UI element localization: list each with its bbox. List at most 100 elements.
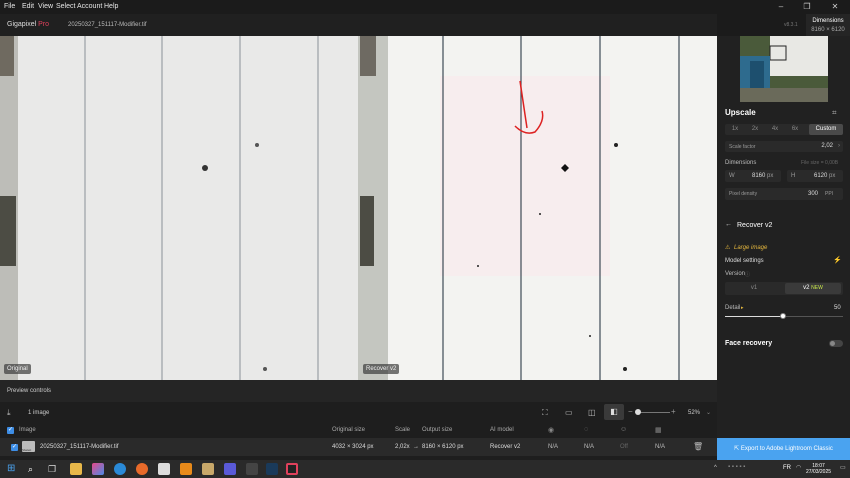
import-icon[interactable]: ⤓ [7,408,11,418]
menu-edit[interactable]: Edit [22,3,34,10]
scale-factor-field[interactable]: Scale factor 2,02 › [725,141,843,152]
language-indicator[interactable]: FR [783,465,791,471]
chevron-down-icon[interactable]: ⌄ [706,409,711,416]
batch-panel: ⤓ 1 image ⛶ ▭ ◫ ◧ − + 52% ⌄ ✓ Image Orig… [0,402,717,460]
side-by-side-icon[interactable]: ◫ [588,408,596,417]
select-all-checkbox[interactable]: ✓ [7,427,14,434]
denoise-icon: ◉ [548,427,555,434]
store-icon[interactable] [158,463,170,475]
export-label: Export to Adobe Lightroom Classic [740,446,833,452]
app-icon[interactable] [92,463,104,475]
preview-controls-label: Preview controls [7,388,52,394]
scale-factor-value: 2,02 [821,143,833,149]
fit-icon[interactable]: ⛶ [542,408,548,418]
folder-icon[interactable] [202,463,214,475]
menu-help[interactable]: Help [104,3,118,10]
maximize-icon[interactable]: ❐ [794,2,820,12]
export-icon: ⇱ [734,446,741,452]
version-selector: v1 v2 NEW [725,282,843,295]
lightning-icon[interactable]: ⚡ [833,256,842,264]
width-field[interactable]: W 8160 px [725,170,781,182]
scale-option-6x[interactable]: 6x [785,124,805,135]
navigator-thumbnail[interactable] [740,36,828,102]
zoom-slider-thumb[interactable] [635,409,641,415]
height-field[interactable]: H 6120 px [787,170,843,182]
app2-icon[interactable] [246,463,258,475]
row-compression: N/A [655,444,666,450]
scale-option-1x[interactable]: 1x [725,124,745,135]
firefox-icon[interactable] [136,463,148,475]
tray-chevron-icon[interactable]: ^ [714,465,717,471]
processed-label: Recover v2 [363,364,400,374]
pixel-density-unit: PPI [825,191,834,197]
edge-icon[interactable] [114,463,126,475]
menu-bar: File Edit View Select Account Help – ❐ ✕ [0,0,850,14]
width-unit: px [767,173,774,179]
teams-icon[interactable] [224,463,236,475]
pixel-density-value: 300 [808,191,819,197]
wifi-icon[interactable]: ◠ [796,464,801,471]
vlc-icon[interactable] [180,463,192,475]
version-v2[interactable]: v2 NEW [785,283,841,294]
minimize-icon[interactable]: – [768,2,794,12]
zoom-out-icon[interactable]: − [628,407,633,416]
height-unit: px [829,173,836,179]
face-recovery-label: Face recovery [725,340,773,347]
taskbar: ⊞ ⌕ ❐ ^ ▪ ▪ ▪ ▪ ▪ FR ◠ 18:07 27/03/2025 ▭ [0,460,850,478]
face-recovery-toggle[interactable] [829,340,843,347]
table-row[interactable]: ✓ Sbeleit 20250327_151117-Modifier.tif 4… [0,438,717,456]
close-icon[interactable]: ✕ [822,2,848,12]
clock[interactable]: 18:07 27/03/2025 [806,463,831,475]
zoom-slider-track[interactable] [636,412,670,413]
menu-select[interactable]: Select [56,3,75,10]
menu-file[interactable]: File [4,3,15,10]
face-icon: ☺ [620,426,628,433]
gigapixel-icon[interactable] [286,463,298,475]
menu-account[interactable]: Account [77,3,102,10]
export-button[interactable]: ⇱ Export to Adobe Lightroom Classic [717,438,850,460]
split-preview [0,36,717,380]
scale-options: 1x 2x 4x 6x Custom [725,124,843,135]
width-label: W [729,173,735,179]
upscale-title: Upscale [725,108,756,117]
crop-icon[interactable]: ⌗ [832,108,837,118]
trash-icon[interactable]: 🗑 [693,442,703,451]
row-ai-model: Recover v2 [490,444,521,450]
row-checkbox[interactable]: ✓ [11,444,18,451]
model-title: Recover v2 [737,222,773,229]
zoom-level: 52% [688,410,701,416]
zoom-in-icon[interactable]: + [671,407,676,416]
scale-factor-label: Scale factor [729,144,756,150]
back-arrow-icon[interactable]: ← [725,221,732,228]
task-view-icon[interactable]: ❐ [48,463,56,475]
app-brand: Gigapixel Pro [7,21,50,28]
col-header-ai-model: AI model [490,427,514,433]
row-face: Off [620,444,628,450]
pixel-density-field[interactable]: Pixel density 300 PPI [725,188,843,200]
notification-icon[interactable]: ▭ [840,464,846,471]
tray-icons[interactable]: ▪ ▪ ▪ ▪ ▪ [728,464,778,474]
search-icon[interactable]: ⌕ [28,463,33,475]
col-header-original-size: Original size [332,427,366,433]
scale-option-2x[interactable]: 2x [745,124,765,135]
new-badge: NEW [811,285,823,291]
lightroom-icon[interactable] [266,463,278,475]
split-view-icon[interactable]: ◧ [604,404,624,420]
detail-slider-thumb[interactable] [780,313,786,319]
scale-option-4x[interactable]: 4x [765,124,785,135]
preview-controls-bar[interactable]: Preview controls [0,380,717,402]
image-count: 1 image [28,410,50,416]
version-v1[interactable]: v1 [725,283,783,294]
settings-panel: Upscale ⌗ 1x 2x 4x 6x Custom Scale facto… [717,36,850,438]
file-explorer-icon[interactable] [70,463,82,475]
original-label: Original [4,364,31,374]
info-icon[interactable]: ⓘ [745,271,750,278]
row-original-size: 4032 × 3024 px [332,444,374,450]
windows-start-icon[interactable]: ⊞ [7,463,15,475]
image-viewer[interactable]: Original Recover v2 [0,36,717,380]
scale-option-custom[interactable]: Custom [809,124,843,135]
warning-icon: ⚠ [725,245,731,251]
dimensions-section-label: Dimensions [725,160,757,166]
single-view-icon[interactable]: ▭ [565,408,573,417]
menu-view[interactable]: View [38,3,53,10]
